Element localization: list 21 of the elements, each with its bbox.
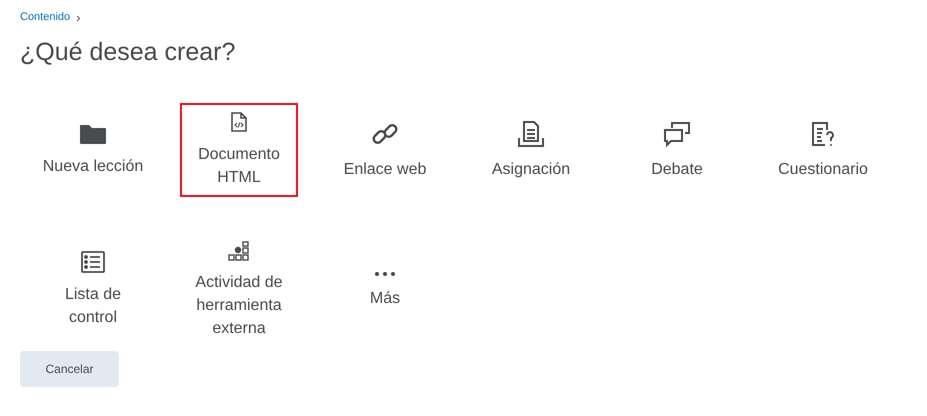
blocks-icon xyxy=(228,240,250,260)
document-tray-icon xyxy=(517,120,545,148)
create-option[interactable]: Nueva lección xyxy=(34,114,152,186)
create-option[interactable]: Debate xyxy=(618,112,736,188)
create-option[interactable]: Documento HTML xyxy=(180,103,298,197)
chat-bubbles-icon xyxy=(663,120,691,148)
breadcrumb-link[interactable]: Contenido xyxy=(20,11,70,23)
breadcrumb-separator: › xyxy=(76,10,80,24)
create-option[interactable]: Lista de control xyxy=(34,243,152,337)
more-icon xyxy=(374,270,396,276)
create-option[interactable]: Enlace web xyxy=(326,112,444,188)
page-title: ¿Qué desea crear? xyxy=(20,38,236,68)
cancel-button[interactable]: Cancelar xyxy=(20,351,119,387)
checklist-icon xyxy=(81,251,105,273)
create-option[interactable]: Actividad de herramienta externa xyxy=(180,232,298,348)
question-document-icon xyxy=(809,120,837,148)
create-option[interactable]: Asignación xyxy=(472,112,590,188)
create-option[interactable]: Cuestionario xyxy=(764,112,882,188)
folder-icon xyxy=(79,122,107,144)
code-file-icon xyxy=(230,111,248,133)
create-option[interactable]: Más xyxy=(326,262,444,318)
